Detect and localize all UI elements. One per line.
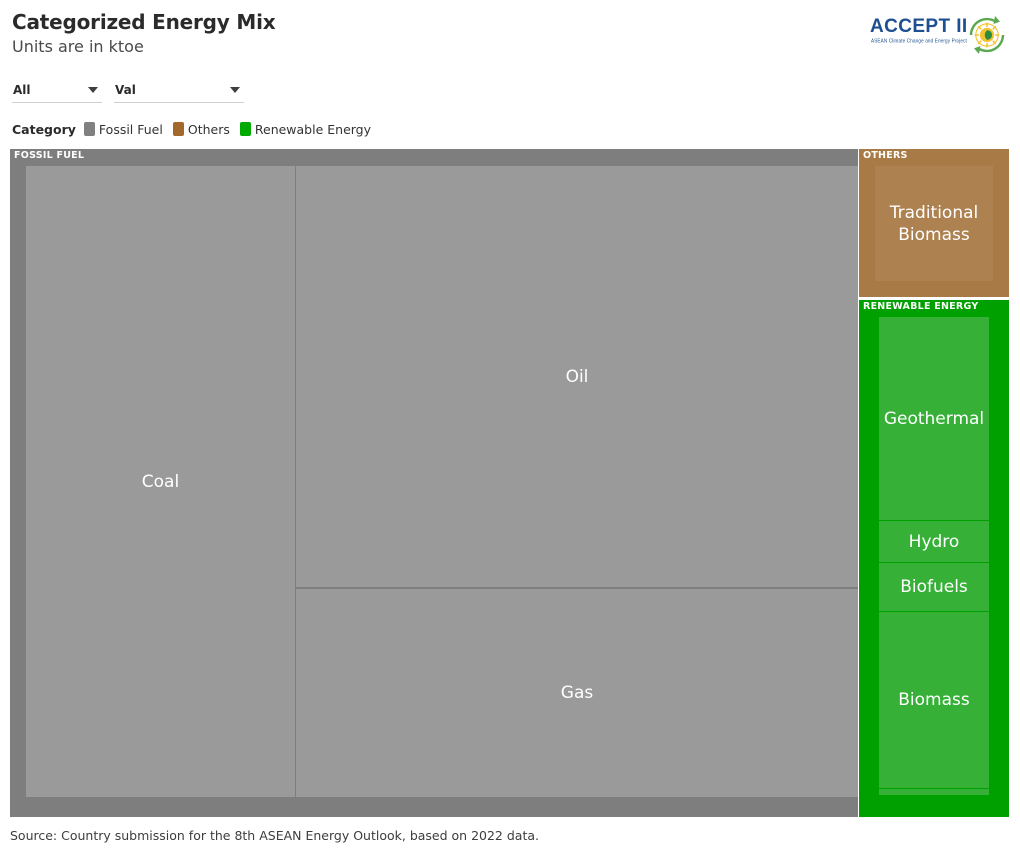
sun-leaf-cycle-icon <box>964 12 1010 58</box>
treemap-cell-sliver[interactable] <box>879 789 989 795</box>
legend-label: Renewable Energy <box>254 121 372 137</box>
treemap-cell-oil[interactable]: Oil <box>296 166 858 587</box>
measure-filter-value: Val <box>115 83 136 97</box>
legend-label: Others <box>187 121 230 137</box>
accept-ii-logo: ACCEPT II ASEAN Climate Change and Energ… <box>870 12 1010 58</box>
page-title: Categorized Energy Mix <box>12 10 276 34</box>
treemap-cell-geothermal[interactable]: Geothermal <box>879 317 989 520</box>
treemap-group-renewable-energy: RENEWABLE ENERGY Geothermal Hydro Biofue… <box>859 300 1009 817</box>
chevron-down-icon <box>88 87 98 93</box>
group-header-label: OTHERS <box>863 150 908 161</box>
treemap-group-fossil-fuel: FOSSIL FUEL Coal Oil Gas <box>10 149 858 817</box>
source-note: Source: Country submission for the 8th A… <box>10 828 539 843</box>
logo-tagline: ASEAN Climate Change and Energy Project <box>871 38 967 44</box>
treemap-cell-label: Biofuels <box>900 577 968 597</box>
chevron-down-icon <box>230 87 240 93</box>
category-legend: Category Fossil Fuel Others Renewable En… <box>12 121 381 137</box>
treemap-group-others: OTHERS Traditional Biomass <box>859 149 1009 297</box>
treemap-cell-biofuels[interactable]: Biofuels <box>879 563 989 611</box>
treemap-cell-traditional-biomass[interactable]: Traditional Biomass <box>875 166 993 281</box>
legend-swatch-icon <box>172 122 184 136</box>
legend-label: Fossil Fuel <box>98 121 163 137</box>
group-header-label: RENEWABLE ENERGY <box>863 301 979 312</box>
treemap-cell-label: Geothermal <box>883 408 985 429</box>
page-subtitle: Units are in ktoe <box>12 37 144 56</box>
treemap-cell-label: Oil <box>565 366 589 387</box>
legend-title: Category <box>12 121 76 137</box>
measure-filter-dropdown[interactable]: Val <box>114 78 244 103</box>
treemap-cell-gas[interactable]: Gas <box>296 589 858 797</box>
legend-swatch-icon <box>83 122 95 136</box>
treemap-cell-label: Coal <box>141 471 180 492</box>
country-filter-dropdown[interactable]: All <box>12 78 102 103</box>
page-header: Categorized Energy Mix Units are in ktoe… <box>0 0 1020 62</box>
energy-mix-treemap: FOSSIL FUEL Coal Oil Gas OTHERS Traditio… <box>10 149 1009 817</box>
treemap-cell-label: Traditional Biomass <box>889 202 979 245</box>
logo-wordmark: ACCEPT II <box>870 16 968 37</box>
treemap-cell-label: Hydro <box>908 531 960 552</box>
filter-bar: All Val <box>12 78 244 103</box>
country-filter-value: All <box>13 83 31 97</box>
legend-item-others[interactable]: Others <box>172 121 230 137</box>
treemap-cell-label: Biomass <box>898 690 970 710</box>
legend-swatch-icon <box>239 122 251 136</box>
treemap-cell-hydro[interactable]: Hydro <box>879 521 989 562</box>
treemap-cell-label: Gas <box>560 683 594 703</box>
legend-item-fossil-fuel[interactable]: Fossil Fuel <box>83 121 163 137</box>
legend-item-renewable-energy[interactable]: Renewable Energy <box>239 121 372 137</box>
treemap-cell-coal[interactable]: Coal <box>26 166 295 797</box>
group-header-label: FOSSIL FUEL <box>14 150 85 161</box>
treemap-cell-biomass[interactable]: Biomass <box>879 612 989 788</box>
